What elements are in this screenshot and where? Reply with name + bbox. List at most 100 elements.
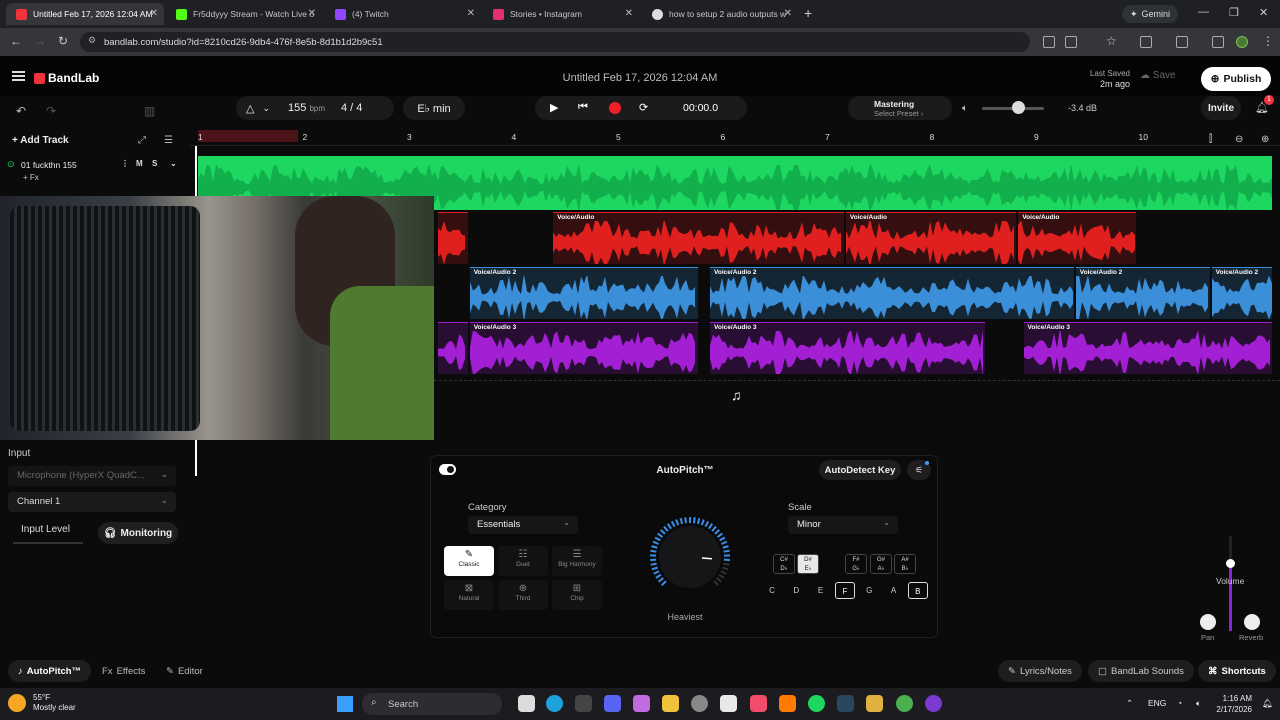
reverb-knob[interactable] [1244,614,1260,630]
chrome-icon[interactable] [896,695,913,712]
bandlab-sounds-button[interactable]: ▢ BandLab Sounds [1088,660,1194,682]
category-select[interactable]: Essentials ⌄ [468,516,578,534]
note-button[interactable]: G [859,582,879,599]
piano-icon[interactable]: ▥ [144,104,155,118]
soundcloud-icon[interactable] [779,695,796,712]
save-button[interactable]: ☁ Save [1140,70,1176,81]
ruler-bar-number[interactable]: 4 [512,132,517,142]
close-icon[interactable]: ✕ [784,8,792,19]
browser-tab[interactable]: Untitled Feb 17, 2026 12:04 AM ✕ [6,3,164,25]
timeline-ruler[interactable]: 1 2 3 4 5 6 7 8 9 10 [190,130,1280,146]
key-selector[interactable]: E♭ min [403,96,465,120]
spotify-icon[interactable] [808,695,825,712]
audio-clip[interactable]: Voice/Audio 2 [1211,267,1273,319]
solo-button[interactable]: S [152,159,157,168]
copilot-icon[interactable] [633,695,650,712]
chevron-up-icon[interactable]: ⌃ [1126,698,1133,709]
discord-icon[interactable] [604,695,621,712]
back-icon[interactable]: ← [10,34,22,48]
master-volume-handle[interactable] [1012,101,1025,114]
track-menu-icon[interactable]: ⋮ [121,159,129,168]
add-instrument-icon[interactable]: ♫ [731,387,742,403]
close-icon[interactable]: ✕ [625,8,633,19]
weather-widget[interactable]: 55°F Mostly clear [8,693,76,713]
app-icon[interactable] [691,695,708,712]
window-close-icon[interactable]: ✕ [1259,6,1268,19]
note-button[interactable]: C [762,582,782,599]
ruler-bar-number[interactable]: 8 [930,132,935,142]
preset-classic[interactable]: ✎ Classic [444,546,494,576]
browser-tab[interactable]: how to setup 2 audio outputs w ✕ [642,3,798,25]
zoom-in-icon[interactable]: ⊕ [1261,134,1269,145]
skip-back-icon[interactable]: ⏮ [578,101,588,114]
audio-clip[interactable]: Voice/Audio 2 [469,267,698,319]
audio-clip[interactable]: Voice/Audio [845,212,1017,264]
preset-duet[interactable]: ☷ Duet [498,546,548,576]
preset-big-harmony[interactable]: ☰ Big Harmony [552,546,602,576]
add-track-lane[interactable] [434,380,1280,408]
snap-icon[interactable]: ⫿ [1209,134,1212,145]
close-icon[interactable]: ✕ [150,8,158,19]
ruler-bar-number[interactable]: 3 [407,132,412,142]
tab-editor[interactable]: ✎ Editor [156,660,213,682]
track-name[interactable]: 01 fuckthn 155 [21,160,77,170]
ruler-bar-number[interactable]: 2 [303,132,308,142]
url-bar[interactable]: ⚙ bandlab.com/studio?id=8210cd26-9db4-47… [80,32,1030,52]
scale-select[interactable]: Minor ⌄ [788,516,898,534]
add-fx-button[interactable]: + Fx [23,173,39,182]
menu-kebab-icon[interactable]: ⋮ [1262,34,1274,48]
input-device-select[interactable]: Microphone (HyperX QuadC... ⌄ [8,466,176,486]
note-button[interactable]: A [884,582,904,599]
audio-clip[interactable]: Voice/Audio 2 [1075,267,1210,319]
shortcuts-button[interactable]: ⌘ Shortcuts [1198,660,1276,682]
add-track-button[interactable]: + Add Track [12,135,69,146]
notification-icon[interactable]: 🔔︎ [1262,698,1273,709]
extensions-puzzle-icon[interactable] [1140,36,1152,48]
heaviness-knob[interactable] [634,507,746,597]
play-icon[interactable]: ▶ [550,101,558,114]
cast-icon[interactable] [1065,36,1077,48]
ruler-bar-number[interactable]: 1 [198,132,203,142]
ruler-bar-number[interactable]: 5 [616,132,621,142]
publish-button[interactable]: ⊕ Publish [1201,67,1271,91]
app-icon[interactable] [866,695,883,712]
loop-icon[interactable]: ⟳ [639,101,648,114]
tempo-control[interactable]: △ ⌄ 155 bpm 4 / 4 [236,96,394,120]
audio-clip[interactable]: Voice/Audio 3 [469,322,698,374]
lyrics-notes-button[interactable]: ✎ Lyrics/Notes [998,660,1082,682]
app-icon[interactable] [925,695,942,712]
undo-icon[interactable]: ↶ [16,104,26,118]
sharp-key-button[interactable]: D# E♭ [797,554,819,574]
time-signature[interactable]: 4 / 4 [341,102,362,114]
windows-start-icon[interactable] [337,696,353,712]
zoom-out-icon[interactable]: ⊖ [1235,134,1243,145]
taskbar-search[interactable]: ⌕ Search [362,693,502,715]
site-info-icon[interactable]: ⚙ [88,35,96,46]
sharp-key-button[interactable]: G# A♭ [870,554,892,574]
audio-clip[interactable]: Voice/Audio 3 [1023,322,1273,374]
track-mic-icon[interactable]: ⊙ [7,159,15,170]
new-tab-icon[interactable]: + [804,5,812,21]
mute-button[interactable]: M [136,159,143,168]
ruler-bar-number[interactable]: 9 [1034,132,1039,142]
note-button[interactable]: F [834,582,855,599]
audio-clip[interactable]: Voice/Audio 2 [710,267,1074,319]
bookmark-star-icon[interactable]: ☆ [1106,34,1117,48]
tab-effects[interactable]: Fx Effects [92,660,155,682]
chevron-down-icon[interactable]: ⌄ [170,159,177,168]
note-button[interactable]: D [786,582,806,599]
forward-icon[interactable]: → [34,34,46,48]
channel-select[interactable]: Channel 1 ⌄ [8,492,176,512]
edit-tool-icon[interactable]: ⤢ [138,135,146,146]
volume-fader-handle[interactable] [1226,559,1235,568]
music-icon[interactable] [750,695,767,712]
record-button[interactable] [609,102,621,114]
close-icon[interactable]: ✕ [308,8,316,19]
bpm-value[interactable]: 155 [288,102,306,114]
audio-clip[interactable] [438,322,468,374]
browser-tab[interactable]: Stories • Instagram ✕ [483,3,639,25]
wifi-icon[interactable]: ◔ [1177,698,1182,708]
chevron-down-icon[interactable]: ⌄ [262,103,270,114]
metronome-icon[interactable]: △ [246,102,254,115]
profile-avatar[interactable] [1236,36,1248,48]
